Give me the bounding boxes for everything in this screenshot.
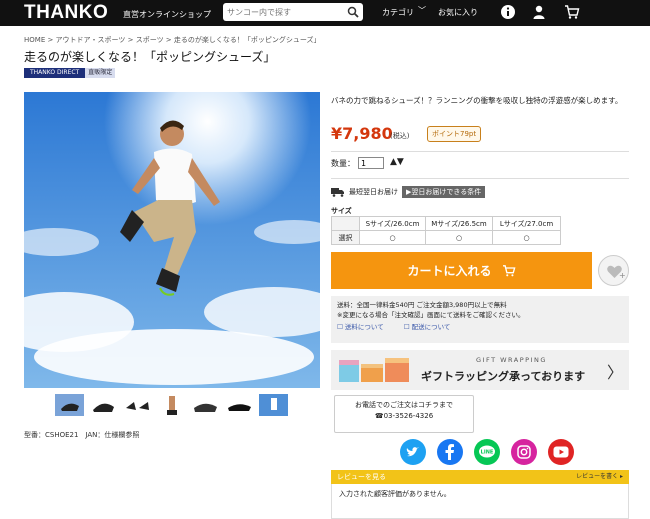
nav-favorites[interactable]: お気に入り xyxy=(438,7,478,18)
write-review-link[interactable]: レビューを書く ▸ xyxy=(576,470,623,484)
review-header[interactable]: レビューを見る レビューを書く ▸ xyxy=(331,470,629,484)
size-radio-l[interactable]: ○ xyxy=(492,230,561,245)
cart-icon[interactable] xyxy=(564,4,580,20)
search-icon[interactable] xyxy=(347,6,359,18)
product-model: 型番：CSHOE21 JAN：仕様欄参照 xyxy=(24,431,140,439)
qty-label: 数量： xyxy=(331,159,355,168)
points-badge: ポイント79pt xyxy=(427,126,482,142)
line-icon[interactable]: LINE xyxy=(474,439,500,465)
delivery-condition-button[interactable]: ▶翌日お届けできる条件 xyxy=(402,186,486,198)
truck-icon xyxy=(331,188,344,197)
size-option-l: Lサイズ/27.0cm xyxy=(492,216,561,231)
size-label: サイズ xyxy=(331,207,352,215)
delivery-link[interactable]: ☐ 配送について xyxy=(404,322,451,332)
size-option-s: Sサイズ/26.0cm xyxy=(359,216,426,231)
page-title: 走るのが楽しくなる！「ポッピングシューズ」 xyxy=(24,50,276,64)
thumbnail-strip xyxy=(55,394,288,416)
thumbnail[interactable] xyxy=(259,394,288,416)
instagram-icon[interactable] xyxy=(511,439,537,465)
size-radio-m[interactable]: ○ xyxy=(425,230,493,245)
delivery-label: 最短翌日お届け xyxy=(349,188,398,196)
gift-title-en: GIFT WRAPPING xyxy=(476,356,547,364)
heart-icon: + xyxy=(607,265,626,280)
product-description: バネの力で跳ねるシューズ！？ランニングの衝撃を吸収し独特の浮遊感が楽しめます。 xyxy=(331,96,623,105)
badge-exclusive: 直販限定 xyxy=(85,68,116,78)
add-to-cart-button[interactable]: カートに入れる xyxy=(331,252,592,289)
twitter-icon[interactable] xyxy=(400,439,426,465)
thumbnail[interactable] xyxy=(225,394,254,416)
thumbnail[interactable] xyxy=(191,394,220,416)
site-logo[interactable]: THANKO xyxy=(24,2,108,24)
size-option-m: Mサイズ/26.5cm xyxy=(425,216,493,231)
phone-order-box: お電話でのご注文はコチラまで ☎03-3526-4326 xyxy=(334,395,474,433)
info-icon[interactable] xyxy=(500,4,516,20)
thumbnail[interactable] xyxy=(89,394,118,416)
quantity-input[interactable] xyxy=(358,157,384,169)
site-header: THANKO 直営オンラインショップ カテゴリ ﹀ お気に入り xyxy=(0,0,650,26)
size-header-empty xyxy=(331,216,360,231)
shipping-line1: 送料：全国一律料金540円 ご注文金額3,980円以上で無料 xyxy=(337,301,507,309)
shipping-line2: ※変更になる場合「注文確認」画面にて送料をご確認ください。 xyxy=(337,311,525,319)
search-box[interactable] xyxy=(223,3,363,21)
delivery-link-label: 配送について xyxy=(411,323,451,331)
cart-icon xyxy=(502,264,515,276)
gift-wrapping-banner[interactable]: GIFT WRAPPING ギフトラッピング承っております 〉 xyxy=(331,350,629,390)
size-radio-s[interactable]: ○ xyxy=(359,230,426,245)
divider xyxy=(331,151,629,152)
review-header-label: レビューを見る xyxy=(337,473,386,481)
youtube-icon[interactable] xyxy=(548,439,574,465)
price-tax-label: (税込) xyxy=(390,132,410,140)
shipping-link[interactable]: ☐ 送料について xyxy=(337,322,384,332)
thumbnail[interactable] xyxy=(55,394,84,416)
svg-text:+: + xyxy=(619,271,626,280)
thumbnail[interactable] xyxy=(123,394,152,416)
add-to-cart-label: カートに入れる xyxy=(407,264,492,278)
size-select-label: 選択 xyxy=(331,230,360,245)
user-icon[interactable] xyxy=(531,4,547,20)
product-main-image xyxy=(24,92,320,388)
line-icon-text: LINE xyxy=(481,450,494,456)
social-links: LINE xyxy=(400,439,574,465)
nav-category[interactable]: カテゴリ xyxy=(382,7,414,18)
brand-badge: THANKO DIRECT 直販限定 xyxy=(24,68,116,78)
delivery-info: 最短翌日お届け ▶翌日お届けできる条件 xyxy=(331,186,486,198)
review-empty-message: 入力された顧客評価がありません。 xyxy=(331,484,629,519)
favorite-button[interactable]: + xyxy=(598,255,629,286)
chevron-right-icon: 〉 xyxy=(606,363,623,382)
facebook-icon[interactable] xyxy=(437,439,463,465)
shipping-info: 送料：全国一律料金540円 ご注文金額3,980円以上で無料 ※変更になる場合「… xyxy=(331,296,629,343)
divider xyxy=(331,178,629,179)
chevron-down-icon[interactable]: ﹀ xyxy=(418,5,426,16)
breadcrumb[interactable]: HOME > アウトドア・スポーツ > スポーツ > 走るのが楽しくなる！「ポッ… xyxy=(24,35,321,45)
gift-boxes-image xyxy=(339,358,409,382)
size-table: Sサイズ/26.0cm Mサイズ/26.5cm Lサイズ/27.0cm 選択 ○… xyxy=(331,216,561,245)
badge-brand: THANKO DIRECT xyxy=(24,68,86,78)
search-input[interactable] xyxy=(227,5,345,19)
logo-subtitle: 直営オンラインショップ xyxy=(123,10,211,19)
thumbnail[interactable] xyxy=(157,394,186,416)
gift-title-jp: ギフトラッピング承っております xyxy=(421,370,586,383)
phone-number[interactable]: ☎03-3526-4326 xyxy=(335,411,473,422)
quantity-stepper[interactable]: ▲▼ xyxy=(390,157,404,167)
product-price: ¥7,980 xyxy=(331,124,393,143)
phone-line1: お電話でのご注文はコチラまで xyxy=(355,401,453,409)
shipping-link-label: 送料について xyxy=(344,323,384,331)
